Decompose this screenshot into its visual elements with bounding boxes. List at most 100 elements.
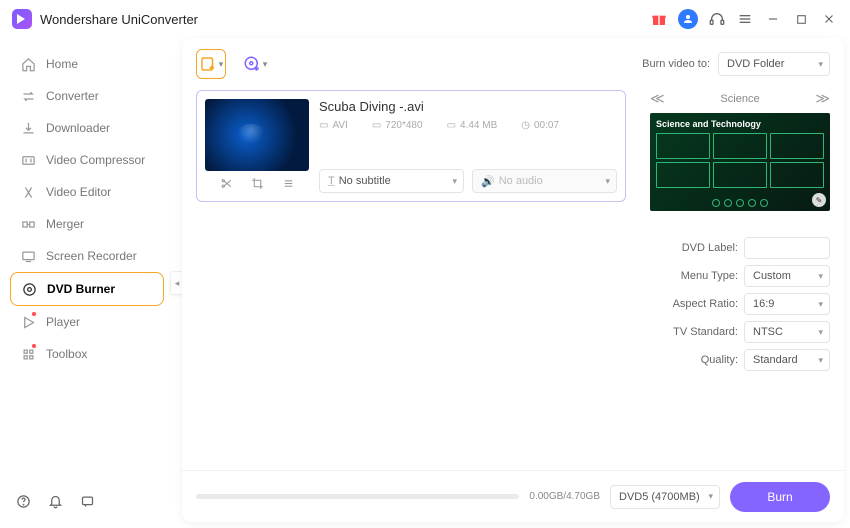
sidebar-item-downloader[interactable]: Downloader bbox=[10, 112, 164, 144]
template-controls bbox=[712, 199, 768, 207]
sidebar-item-compressor[interactable]: Video Compressor bbox=[10, 144, 164, 176]
subtitle-icon: T̲ bbox=[328, 175, 335, 187]
sidebar-item-merger[interactable]: Merger bbox=[10, 208, 164, 240]
sidebar-item-editor[interactable]: Video Editor bbox=[10, 176, 164, 208]
add-disc-button[interactable]: ▾ bbox=[240, 49, 270, 79]
app-title: Wondershare UniConverter bbox=[40, 12, 198, 27]
disc-usage-bar bbox=[196, 494, 519, 499]
burn-button[interactable]: Burn bbox=[730, 482, 830, 512]
file-format: AVI bbox=[332, 120, 347, 131]
compressor-icon bbox=[20, 152, 36, 168]
sidebar-item-label: Toolbox bbox=[46, 347, 87, 361]
chevron-down-icon: ▾ bbox=[219, 59, 224, 70]
format-icon: ▭ bbox=[319, 120, 328, 131]
template-slot bbox=[713, 162, 767, 188]
aspect-ratio-select[interactable]: 16:9 bbox=[744, 293, 830, 315]
sidebar-item-recorder[interactable]: Screen Recorder bbox=[10, 240, 164, 272]
dvd-label-label: DVD Label: bbox=[650, 242, 738, 254]
titlebar: Wondershare UniConverter bbox=[0, 0, 850, 38]
sidebar-item-label: Downloader bbox=[46, 121, 110, 135]
subtitle-select[interactable]: T̲ No subtitle bbox=[319, 169, 464, 193]
dvd-label-input[interactable] bbox=[744, 237, 830, 259]
sidebar-item-home[interactable]: Home bbox=[10, 48, 164, 80]
clock-icon: ◷ bbox=[521, 120, 530, 131]
bell-icon[interactable] bbox=[46, 492, 64, 510]
burn-to-select[interactable]: DVD Folder bbox=[718, 52, 830, 76]
toolbar: ▾ ▾ Burn video to: DVD Folder bbox=[182, 38, 844, 90]
quality-label: Quality: bbox=[650, 354, 738, 366]
audio-icon: 🔊 bbox=[481, 175, 495, 188]
chevron-down-icon: ▾ bbox=[263, 59, 268, 70]
disc-type-select[interactable]: DVD5 (4700MB) bbox=[610, 485, 720, 509]
close-icon[interactable] bbox=[820, 10, 838, 28]
sidebar-item-label: Merger bbox=[46, 217, 84, 231]
template-edit-icon[interactable]: ✎ bbox=[812, 193, 826, 207]
file-card[interactable]: Scuba Diving -.avi ▭ AVI ▭ 720*480 ▭ 4.44 M… bbox=[196, 90, 626, 202]
crop-icon[interactable] bbox=[251, 177, 264, 193]
toolbox-icon bbox=[20, 346, 36, 362]
template-slot bbox=[770, 162, 824, 188]
minimize-icon[interactable] bbox=[764, 10, 782, 28]
sidebar-item-label: Home bbox=[46, 57, 78, 71]
video-thumbnail bbox=[205, 99, 309, 171]
dvd-burner-icon bbox=[21, 281, 37, 297]
template-preview[interactable]: Science and Technology ✎ bbox=[650, 113, 830, 211]
player-icon bbox=[20, 314, 36, 330]
sidebar-item-label: Converter bbox=[46, 89, 99, 103]
burn-to-label: Burn video to: bbox=[642, 58, 710, 70]
template-name: Science bbox=[720, 93, 759, 105]
recorder-icon bbox=[20, 248, 36, 264]
sidebar-item-label: DVD Burner bbox=[47, 282, 115, 296]
template-slot bbox=[713, 133, 767, 159]
file-resolution: 720*480 bbox=[385, 120, 422, 131]
sidebar-item-label: Video Compressor bbox=[46, 153, 145, 167]
sidebar-item-toolbox[interactable]: Toolbox bbox=[10, 338, 164, 370]
sidebar: Home Converter Downloader Video Compress… bbox=[0, 38, 170, 528]
size-icon: ▭ bbox=[447, 120, 456, 131]
template-slot bbox=[770, 133, 824, 159]
maximize-icon[interactable] bbox=[792, 10, 810, 28]
notification-dot-icon bbox=[32, 344, 36, 348]
converter-icon bbox=[20, 88, 36, 104]
downloader-icon bbox=[20, 120, 36, 136]
merger-icon bbox=[20, 216, 36, 232]
account-avatar-icon[interactable] bbox=[678, 9, 698, 29]
help-icon[interactable] bbox=[14, 492, 32, 510]
tv-standard-label: TV Standard: bbox=[650, 326, 738, 338]
sidebar-item-player[interactable]: Player bbox=[10, 306, 164, 338]
sidebar-item-label: Screen Recorder bbox=[46, 249, 137, 263]
feedback-icon[interactable] bbox=[78, 492, 96, 510]
menu-icon[interactable] bbox=[736, 10, 754, 28]
home-icon bbox=[20, 56, 36, 72]
sidebar-item-label: Video Editor bbox=[46, 185, 111, 199]
add-file-button[interactable]: ▾ bbox=[196, 49, 226, 79]
quality-select[interactable]: Standard bbox=[744, 349, 830, 371]
template-slot bbox=[656, 162, 710, 188]
menu-type-label: Menu Type: bbox=[650, 270, 738, 282]
notification-dot-icon bbox=[32, 312, 36, 316]
disc-usage-text: 0.00GB/4.70GB bbox=[529, 491, 600, 502]
resolution-icon: ▭ bbox=[372, 120, 381, 131]
trim-icon[interactable] bbox=[220, 177, 233, 193]
more-icon[interactable] bbox=[282, 177, 295, 193]
template-next-button[interactable]: ≫ bbox=[815, 90, 830, 107]
app-logo-icon bbox=[12, 9, 32, 29]
headset-icon[interactable] bbox=[708, 10, 726, 28]
aspect-ratio-label: Aspect Ratio: bbox=[650, 298, 738, 310]
sidebar-item-dvd-burner[interactable]: DVD Burner bbox=[10, 272, 164, 306]
file-name: Scuba Diving -.avi bbox=[319, 99, 617, 114]
template-slot bbox=[656, 133, 710, 159]
file-duration: 00:07 bbox=[534, 120, 559, 131]
sidebar-item-label: Player bbox=[46, 315, 80, 329]
audio-select[interactable]: 🔊 No audio bbox=[472, 169, 617, 193]
sidebar-item-converter[interactable]: Converter bbox=[10, 80, 164, 112]
main-panel: ▾ ▾ Burn video to: DVD Folder bbox=[182, 38, 844, 522]
template-prev-button[interactable]: ≪ bbox=[650, 90, 665, 107]
template-title: Science and Technology bbox=[656, 119, 824, 129]
bottombar: 0.00GB/4.70GB DVD5 (4700MB) Burn bbox=[182, 470, 844, 522]
editor-icon bbox=[20, 184, 36, 200]
gift-icon[interactable] bbox=[650, 10, 668, 28]
file-size: 4.44 MB bbox=[460, 120, 497, 131]
tv-standard-select[interactable]: NTSC bbox=[744, 321, 830, 343]
menu-type-select[interactable]: Custom bbox=[744, 265, 830, 287]
